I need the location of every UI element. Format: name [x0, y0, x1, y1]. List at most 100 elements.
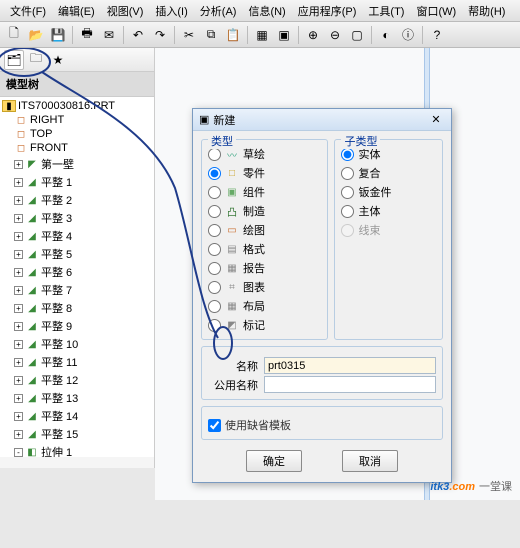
menu-4[interactable]: 分析(A): [194, 0, 243, 22]
subtype-option-2[interactable]: 钣金件: [341, 184, 436, 200]
tree-flat-9[interactable]: +◢平整 9: [0, 317, 154, 335]
print-icon[interactable]: 🖶: [77, 25, 97, 45]
tab-favorites-icon[interactable]: ★: [48, 50, 68, 70]
paste-icon[interactable]: 📋: [223, 25, 243, 45]
open-icon[interactable]: 📂: [26, 25, 46, 45]
help-icon[interactable]: ?: [427, 25, 447, 45]
expand-icon[interactable]: +: [14, 286, 23, 295]
expand-icon[interactable]: +: [14, 178, 23, 187]
flat-icon: ◢: [25, 212, 39, 224]
tab-layer-icon[interactable]: 🗀: [26, 50, 46, 70]
menu-8[interactable]: 窗口(W): [410, 0, 462, 22]
expand-icon[interactable]: +: [14, 340, 23, 349]
cut-icon[interactable]: ✂: [179, 25, 199, 45]
name-input[interactable]: [264, 357, 436, 374]
expand-icon[interactable]: +: [14, 214, 23, 223]
watermark: itk3.com 一堂课: [430, 478, 512, 494]
new-icon[interactable]: 🗋: [4, 25, 24, 45]
tree-feature-first[interactable]: +◤第一壁: [0, 155, 154, 173]
tree-flat-7[interactable]: +◢平整 7: [0, 281, 154, 299]
use-default-template-checkbox[interactable]: 使用缺省模板: [208, 417, 436, 433]
tree-flat-8[interactable]: +◢平整 8: [0, 299, 154, 317]
subtype-option-1[interactable]: 复合: [341, 165, 436, 181]
menu-9[interactable]: 帮助(H): [462, 0, 511, 22]
expand-icon[interactable]: +: [14, 412, 23, 421]
menu-2[interactable]: 视图(V): [101, 0, 150, 22]
expand-icon[interactable]: +: [14, 268, 23, 277]
type-option-2[interactable]: ▣组件: [208, 184, 321, 200]
menu-7[interactable]: 工具(T): [362, 0, 410, 22]
fit-icon[interactable]: ▢: [347, 25, 367, 45]
cancel-button[interactable]: 取消: [342, 450, 398, 472]
toolbar: 🗋 📂 💾 🖶 ✉ ↶ ↷ ✂ ⧉ 📋 ▦ ▣ ⊕ ⊖ ▢ ◐ ⓘ ?: [0, 22, 520, 48]
type-option-5[interactable]: ▤格式: [208, 241, 321, 257]
menu-1[interactable]: 编辑(E): [52, 0, 101, 22]
type-option-8[interactable]: ▦布局: [208, 298, 321, 314]
type-option-9[interactable]: ◩标记: [208, 317, 321, 333]
tree-flat-11[interactable]: +◢平整 11: [0, 353, 154, 371]
tree-flat-4[interactable]: +◢平整 4: [0, 227, 154, 245]
shade-icon[interactable]: ◐: [376, 25, 396, 45]
template-check-input[interactable]: [208, 419, 221, 432]
tree-flat-10[interactable]: +◢平整 10: [0, 335, 154, 353]
tab-model-tree-icon[interactable]: 🗂: [4, 50, 24, 70]
tree-flat-13[interactable]: +◢平整 13: [0, 389, 154, 407]
expand-icon[interactable]: +: [14, 322, 23, 331]
model-tree[interactable]: ▮ITS700030816.PRT◻RIGHT◻TOP◻FRONT+◤第一壁+◢…: [0, 97, 154, 457]
tree-flat-14[interactable]: +◢平整 14: [0, 407, 154, 425]
tree-flat-1[interactable]: +◢平整 1: [0, 173, 154, 191]
expand-icon[interactable]: +: [14, 250, 23, 259]
type-icon-9: ◩: [225, 319, 239, 331]
menu-0[interactable]: 文件(F): [4, 0, 52, 22]
type-option-3[interactable]: 凸制造: [208, 203, 321, 219]
type-option-7[interactable]: ⌗图表: [208, 279, 321, 295]
tree-flat-15[interactable]: +◢平整 15: [0, 425, 154, 443]
ok-button[interactable]: 确定: [246, 450, 302, 472]
tree-flat-3[interactable]: +◢平整 3: [0, 209, 154, 227]
common-name-input[interactable]: [264, 376, 436, 393]
zoom-out-icon[interactable]: ⊖: [325, 25, 345, 45]
tree-datum-TOP[interactable]: ◻TOP: [0, 127, 154, 141]
copy-icon[interactable]: ⧉: [201, 25, 221, 45]
zoom-in-icon[interactable]: ⊕: [303, 25, 323, 45]
expand-icon[interactable]: +: [14, 304, 23, 313]
feature-icon: ◤: [25, 158, 39, 170]
expand-icon[interactable]: +: [14, 160, 23, 169]
expand-icon[interactable]: +: [14, 232, 23, 241]
flat-icon: ◢: [25, 428, 39, 440]
tree-datum-FRONT[interactable]: ◻FRONT: [0, 141, 154, 155]
panel-heading: 模型树: [0, 72, 154, 97]
menu-5[interactable]: 信息(N): [242, 0, 291, 22]
menu-3[interactable]: 插入(I): [149, 0, 193, 22]
subtype-option-3[interactable]: 主体: [341, 203, 436, 219]
expand-icon[interactable]: +: [14, 358, 23, 367]
tree-extrude[interactable]: -◧拉伸 1: [0, 443, 154, 457]
type-option-6[interactable]: ▦报告: [208, 260, 321, 276]
undo-icon[interactable]: ↶: [128, 25, 148, 45]
type-option-4[interactable]: ▭绘图: [208, 222, 321, 238]
tree-flat-6[interactable]: +◢平整 6: [0, 263, 154, 281]
tree-root[interactable]: ▮ITS700030816.PRT: [0, 99, 154, 113]
redo-icon[interactable]: ↷: [150, 25, 170, 45]
refit-icon[interactable]: ▣: [274, 25, 294, 45]
close-icon[interactable]: ✕: [427, 113, 445, 126]
type-icon-2: ▣: [225, 186, 239, 198]
mail-icon[interactable]: ✉: [99, 25, 119, 45]
expand-icon[interactable]: +: [14, 430, 23, 439]
view-icon[interactable]: ▦: [252, 25, 272, 45]
type-icon-8: ▦: [225, 300, 239, 312]
dialog-titlebar[interactable]: ▣ 新建 ✕: [193, 109, 451, 131]
expand-icon[interactable]: +: [14, 394, 23, 403]
tree-flat-2[interactable]: +◢平整 2: [0, 191, 154, 209]
panel-tabs: 🗂 🗀 ★: [0, 48, 154, 72]
expand-icon[interactable]: +: [14, 376, 23, 385]
expand-icon[interactable]: +: [14, 196, 23, 205]
tree-flat-5[interactable]: +◢平整 5: [0, 245, 154, 263]
info-icon[interactable]: ⓘ: [398, 25, 418, 45]
tree-datum-RIGHT[interactable]: ◻RIGHT: [0, 113, 154, 127]
menu-6[interactable]: 应用程序(P): [292, 0, 363, 22]
type-option-1[interactable]: □零件: [208, 165, 321, 181]
save-icon[interactable]: 💾: [48, 25, 68, 45]
collapse-icon[interactable]: -: [14, 448, 23, 457]
tree-flat-12[interactable]: +◢平整 12: [0, 371, 154, 389]
